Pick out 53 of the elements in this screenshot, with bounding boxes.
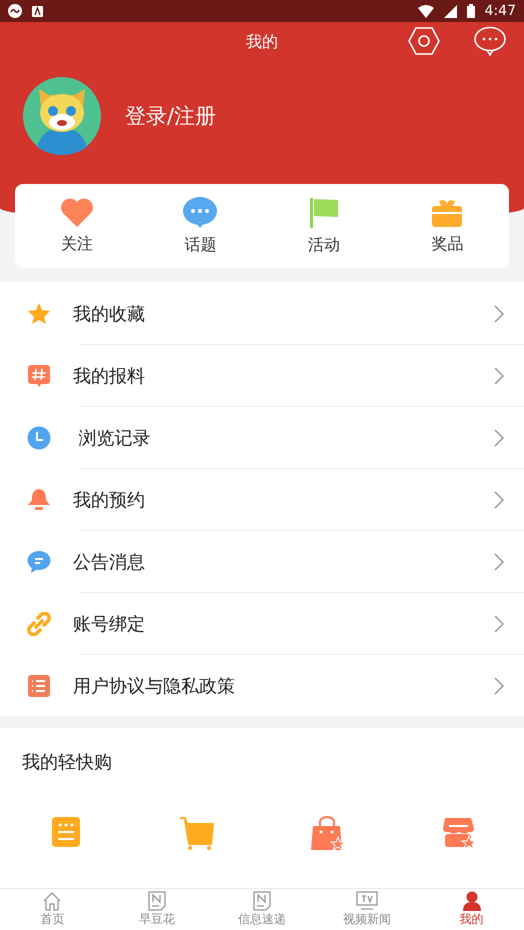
flag-icon [308,196,339,228]
chevron-right-icon [494,614,504,632]
menu-item[interactable]: 我的收藏 [73,302,145,326]
page-title: 我的 [246,32,278,52]
menu-item[interactable]: 我的预约 [73,488,145,512]
chevron-right-icon [494,366,504,384]
quick-action-label[interactable]: 奖品 [431,234,464,254]
shopping-bag-icon [310,816,346,852]
message-icon [27,550,51,574]
settings-icon[interactable] [408,26,440,56]
tv-icon[interactable] [356,891,378,911]
chat-bubble-icon [182,196,218,229]
gift-icon [431,198,464,228]
clock-icon [27,426,51,450]
menu-item[interactable]: 公告消息 [73,550,145,574]
menu-item[interactable]: 我的报料 [73,364,145,388]
tab-label[interactable]: 我的 [460,911,484,928]
tab-label[interactable]: 信息速递 [238,911,286,928]
hashtag-icon [27,364,51,388]
star-icon [27,302,51,325]
news-icon[interactable] [252,891,271,911]
tab-label[interactable]: 早豆花 [139,911,176,928]
quick-action-label[interactable]: 话题 [184,235,216,256]
store-icon [440,816,476,850]
battery-icon [466,4,475,18]
note-icon [50,816,80,848]
list-icon [27,674,51,698]
login-register-link[interactable]: 登录/注册 [125,102,216,130]
link-icon [27,612,51,636]
chat-bubble-icon[interactable] [474,26,506,56]
news-icon[interactable] [148,891,166,911]
menu-item[interactable]: 用户协议与隐私政策 [73,674,235,698]
status-time: 4:47 [484,3,516,19]
signal-icon [444,4,457,18]
menu-item[interactable]: 账号绑定 [73,612,145,636]
wifi-icon [418,4,434,18]
chevron-right-icon [494,490,504,508]
bell-icon [27,488,51,512]
tab-label[interactable]: 视频新闻 [342,911,391,928]
avatar-drawing[interactable] [23,77,101,155]
chevron-right-icon [494,304,504,322]
quick-action-label[interactable]: 关注 [60,234,93,254]
home-icon[interactable] [42,891,62,911]
chevron-right-icon [494,676,504,694]
section-title: 我的轻快购 [21,751,113,774]
chevron-right-icon [494,552,504,570]
cart-icon [178,816,214,850]
chevron-right-icon [494,428,504,446]
tab-label[interactable]: 首页 [40,911,64,928]
menu-item[interactable]: 浏览记录 [73,426,151,450]
person-icon[interactable] [462,891,482,911]
quick-action-label[interactable]: 活动 [308,234,340,256]
heart-icon [60,198,94,228]
